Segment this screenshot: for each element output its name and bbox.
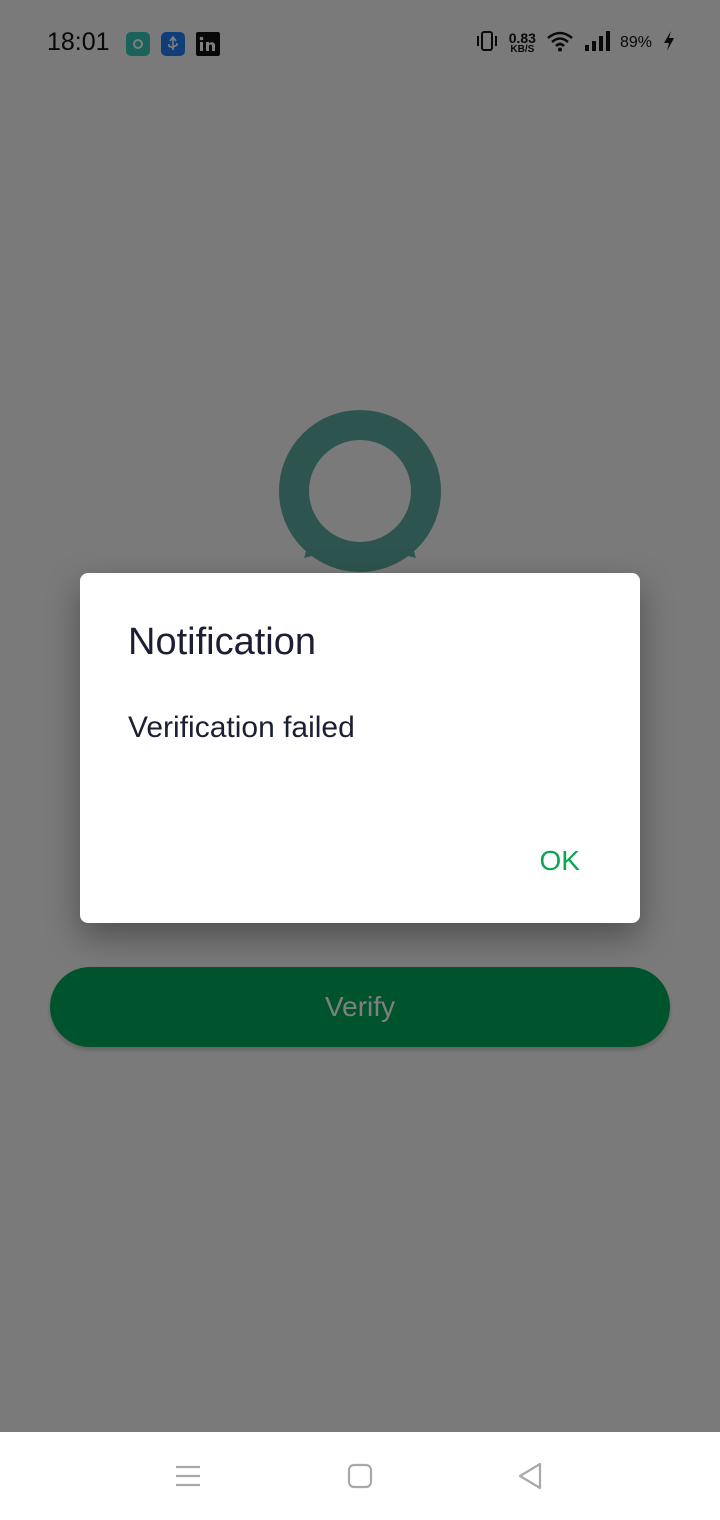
back-icon[interactable] <box>510 1456 550 1496</box>
dialog-title: Notification <box>128 621 316 663</box>
navigation-bar <box>0 1432 720 1520</box>
dialog-message: Verification failed <box>128 711 355 744</box>
notification-dialog: Notification Verification failed OK <box>80 573 640 923</box>
menu-icon[interactable] <box>168 1456 208 1496</box>
ok-button[interactable]: OK <box>524 835 596 887</box>
app-screen: 18:01 0.83 KB/S 89% <box>0 0 720 1520</box>
home-icon[interactable] <box>340 1456 380 1496</box>
